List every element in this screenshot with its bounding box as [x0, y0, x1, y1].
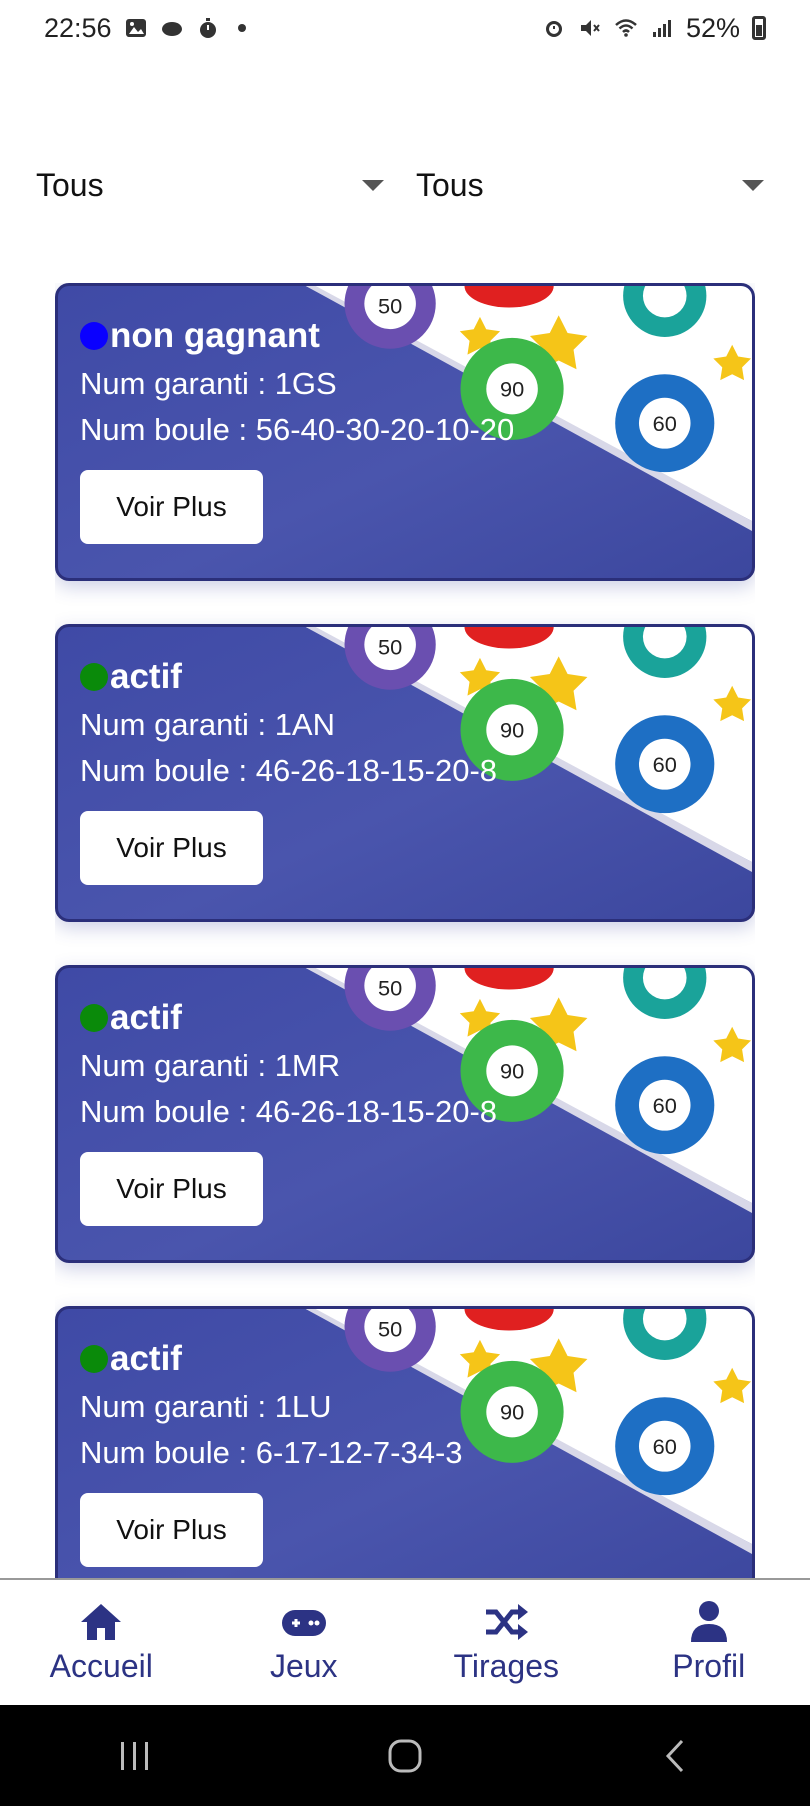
clock: 22:56 [44, 12, 112, 43]
ticket-status-label: actif [110, 657, 182, 696]
nav-label-accueil: Accueil [49, 1648, 153, 1684]
voir-plus-button[interactable]: Voir Plus [80, 470, 263, 544]
home-button[interactable] [375, 1731, 435, 1781]
ticket-list[interactable]: 50 90 60 non gagnant Num garanti : 1GS N… [55, 283, 755, 1578]
ticket-status-label: actif [110, 1339, 182, 1378]
ticket-card-content: actif Num garanti : 1MR Num boule : 46-2… [80, 996, 497, 1226]
filter-select-2-value: Tous [416, 166, 484, 203]
ball-60-label: 60 [653, 752, 677, 777]
back-button[interactable] [645, 1731, 705, 1781]
ball-90-label: 90 [500, 1059, 524, 1084]
nav-item-accueil[interactable]: Accueil [11, 1600, 191, 1685]
ticket-card-content: actif Num garanti : 1LU Num boule : 6-17… [80, 1337, 463, 1567]
filter-select-2[interactable]: Tous [416, 150, 776, 220]
ticket-status-label: actif [110, 998, 182, 1037]
num-garanti: Num garanti : 1GS [80, 366, 337, 401]
back-icon [665, 1739, 684, 1772]
ticket-card: 50 90 60 actif Num garanti : 1LU Num bou… [55, 1306, 755, 1578]
num-boule: Num boule : 46-26-18-15-20-8 [80, 1094, 498, 1129]
status-bar: 22:56 52% [0, 0, 810, 56]
shuffle-icon [486, 1604, 529, 1640]
battery-percent: 52% [685, 12, 740, 43]
recent-apps-button[interactable] [105, 1731, 165, 1781]
ball-60-label: 60 [653, 1434, 677, 1459]
signal-icon [652, 20, 671, 37]
cloud-icon [161, 22, 182, 36]
ticket-card: 50 90 60 actif Num garanti : 1MR Num bou… [55, 965, 755, 1263]
voir-plus-button[interactable]: Voir Plus [80, 1152, 263, 1226]
ball-60-label: 60 [653, 1093, 677, 1118]
filter-select-1-value: Tous [36, 166, 104, 203]
ticket-card: 50 90 60 actif Num garanti : 1AN Num bou… [55, 624, 755, 922]
nav-label-tirages: Tirages [453, 1648, 559, 1684]
timer-icon [199, 18, 216, 38]
status-dot-icon [80, 1004, 108, 1032]
mute-icon [580, 20, 600, 36]
status-dot-icon [80, 1345, 108, 1373]
status-dot-icon [80, 663, 108, 691]
gallery-icon [125, 19, 146, 37]
dropdown-arrow-icon [742, 179, 764, 191]
battery-icon [752, 16, 766, 40]
ticket-card-content: actif Num garanti : 1AN Num boule : 46-2… [80, 655, 497, 885]
ticket-status-label: non gagnant [110, 316, 320, 355]
ticket-status: actif [80, 996, 497, 1040]
wifi-icon [615, 19, 637, 37]
ball-90-label: 90 [500, 1400, 524, 1425]
num-garanti: Num garanti : 1MR [80, 1048, 341, 1083]
filter-select-1[interactable]: Tous [36, 150, 396, 220]
num-garanti: Num garanti : 1AN [80, 707, 335, 742]
nav-label-jeux: Jeux [269, 1648, 338, 1684]
user-icon [690, 1601, 727, 1642]
nav-item-jeux[interactable]: Jeux [214, 1600, 394, 1685]
num-boule: Num boule : 46-26-18-15-20-8 [80, 753, 498, 788]
num-boule: Num boule : 56-40-30-20-10-20 [80, 412, 515, 447]
notification-dot-icon [237, 24, 246, 32]
alarm-icon [545, 21, 562, 37]
ticket-card: 50 90 60 non gagnant Num garanti : 1GS N… [55, 283, 755, 581]
ticket-status: non gagnant [80, 314, 514, 358]
ticket-status: actif [80, 655, 497, 699]
recent-apps-icon [121, 1741, 148, 1770]
home-icon [81, 1604, 122, 1640]
system-nav-bar [0, 1705, 810, 1806]
nav-item-profil[interactable]: Profil [619, 1600, 799, 1685]
num-garanti: Num garanti : 1LU [80, 1389, 332, 1424]
voir-plus-button[interactable]: Voir Plus [80, 1493, 263, 1567]
dropdown-arrow-icon [362, 179, 384, 191]
ball-90-label: 90 [500, 718, 524, 743]
ball-60-label: 60 [653, 411, 677, 436]
nav-label-profil: Profil [672, 1648, 746, 1684]
filter-bar: Tous Tous [36, 150, 776, 220]
voir-plus-button[interactable]: Voir Plus [80, 811, 263, 885]
ticket-status: actif [80, 1337, 463, 1381]
home-circle-icon [388, 1739, 422, 1772]
nav-item-tirages[interactable]: Tirages [416, 1600, 596, 1685]
num-boule: Num boule : 6-17-12-7-34-3 [80, 1435, 463, 1470]
status-dot-icon [80, 322, 108, 350]
bottom-nav: Accueil Jeux Tirages Profil [0, 1578, 810, 1705]
gamepad-icon [281, 1610, 326, 1636]
ticket-card-content: non gagnant Num garanti : 1GS Num boule … [80, 314, 514, 544]
